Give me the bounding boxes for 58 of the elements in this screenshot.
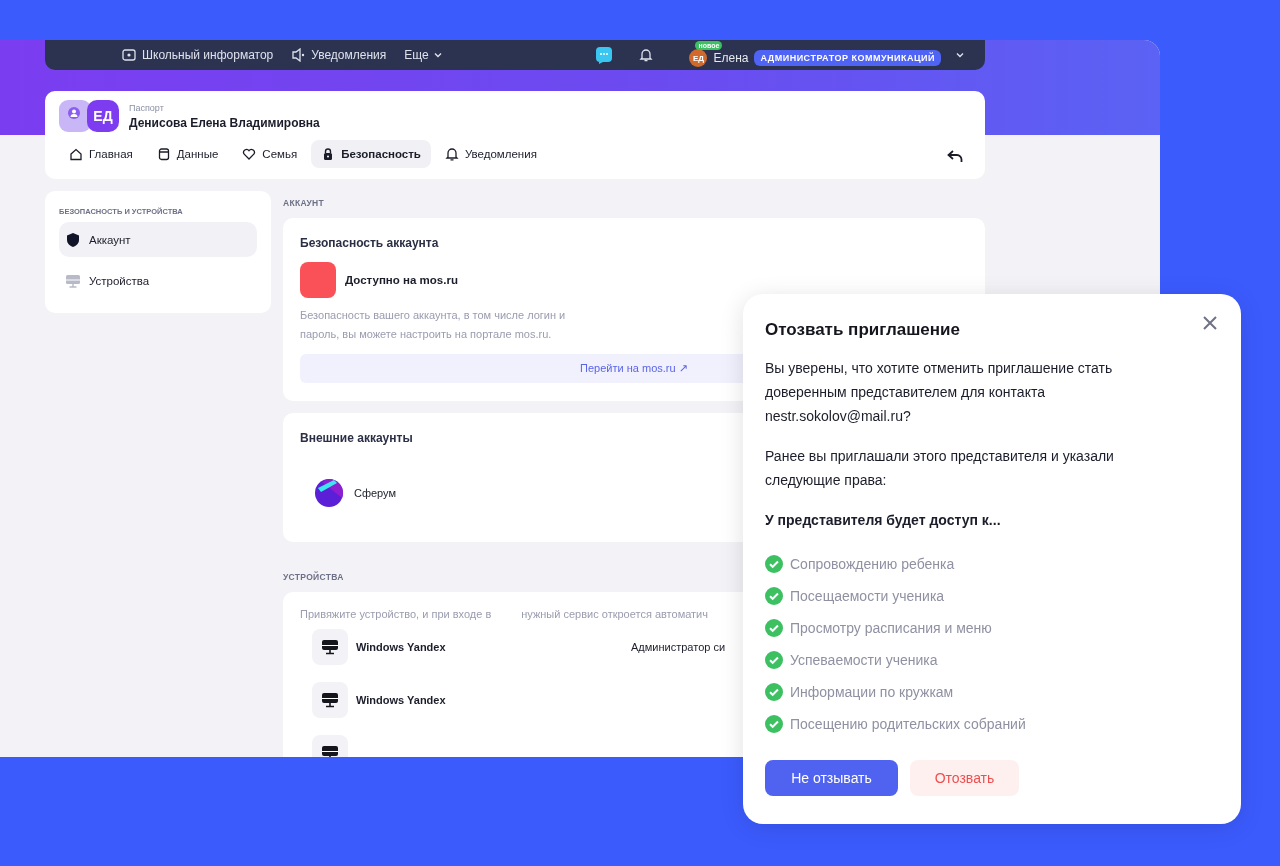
sidebar-item[interactable]: Аккаунт — [59, 222, 257, 257]
home-icon — [69, 147, 83, 161]
monitor-icon — [65, 272, 81, 289]
device-owner: Администратор си — [631, 640, 726, 653]
permission-label: Информации по кружкам — [790, 684, 954, 700]
chevron-down-icon — [432, 50, 443, 60]
permission-label: Просмотру расписания и меню — [790, 620, 992, 636]
profile-avatar: ЕД — [87, 100, 119, 132]
chevron-down-icon[interactable] — [955, 50, 965, 60]
tab[interactable]: Безопасность — [311, 140, 431, 168]
dialog-title: Отозвать приглашение — [765, 320, 960, 340]
hint-text: нужный сервис откроется автоматич — [521, 608, 708, 620]
tab[interactable]: Главная — [59, 140, 143, 168]
permission-label: Сопровождению ребенка — [790, 556, 955, 572]
reply-arrow-icon[interactable] — [947, 149, 963, 163]
nav-link[interactable]: Уведомления — [291, 48, 387, 62]
tab[interactable]: Семья — [232, 140, 308, 168]
permission-label: Посещаемости ученика — [790, 588, 945, 604]
keep-button[interactable]: Не отзывать — [765, 760, 898, 796]
document-label: Паспорт — [129, 102, 165, 113]
screen-icon — [122, 48, 136, 62]
account-name: Сферум — [354, 487, 397, 499]
bell-icon[interactable] — [639, 48, 654, 62]
container-icon — [156, 147, 171, 161]
logo-tile — [300, 262, 336, 298]
speaker-icon — [291, 48, 306, 62]
section-heading: АККАУНТ — [283, 197, 325, 210]
section-heading: УСТРОЙСТВА — [283, 570, 344, 584]
hint-text: Привяжите устройство, и при входе в — [300, 608, 492, 620]
permission-label: Посещению родительских собраний — [790, 716, 1026, 732]
service-name: Доступно на mos.ru — [345, 274, 458, 286]
close-icon — [1203, 316, 1217, 330]
description-text: Безопасность вашего аккаунта, в том числе логин и пароль, вы можете настроить на портале mos.ru. — [300, 308, 567, 342]
permission-label: Успеваемости ученика — [790, 652, 938, 668]
monitor-icon — [321, 638, 339, 655]
profile-name: Денисова Елена Владимировна — [129, 115, 320, 130]
device-name: Windows Yandex — [356, 693, 447, 706]
role-badge: АДМИНИСТРАТОР КОММУНИКАЦИЙ — [754, 50, 941, 66]
more-menu[interactable]: Еще — [404, 48, 443, 62]
sidebar-item[interactable]: Устройства — [59, 263, 257, 298]
heart-icon — [242, 147, 257, 161]
sphere-logo-icon — [314, 478, 344, 508]
card-title: Внешние аккаунты — [300, 431, 413, 445]
person-card-icon — [59, 100, 91, 132]
card-title: Безопасность аккаунта — [300, 236, 439, 250]
user-avatar[interactable]: ЕД — [689, 49, 708, 67]
bell-icon — [444, 147, 459, 161]
shield-icon — [65, 231, 81, 248]
close-button[interactable] — [1201, 314, 1219, 332]
tab[interactable]: Уведомления — [434, 140, 547, 168]
monitor-icon — [321, 691, 339, 708]
access-heading: У представителя будет доступ к... — [765, 512, 1001, 528]
nav-link[interactable]: Школьный информатор — [122, 48, 274, 62]
tab[interactable]: Данные — [146, 140, 229, 168]
device-name: Windows Yandex — [356, 640, 447, 653]
user-name[interactable]: Елена — [713, 51, 749, 65]
chat-icon[interactable] — [595, 46, 614, 64]
dialog-message: Ранее вы приглашали этого представителя и указали следующие права: — [765, 447, 1115, 490]
